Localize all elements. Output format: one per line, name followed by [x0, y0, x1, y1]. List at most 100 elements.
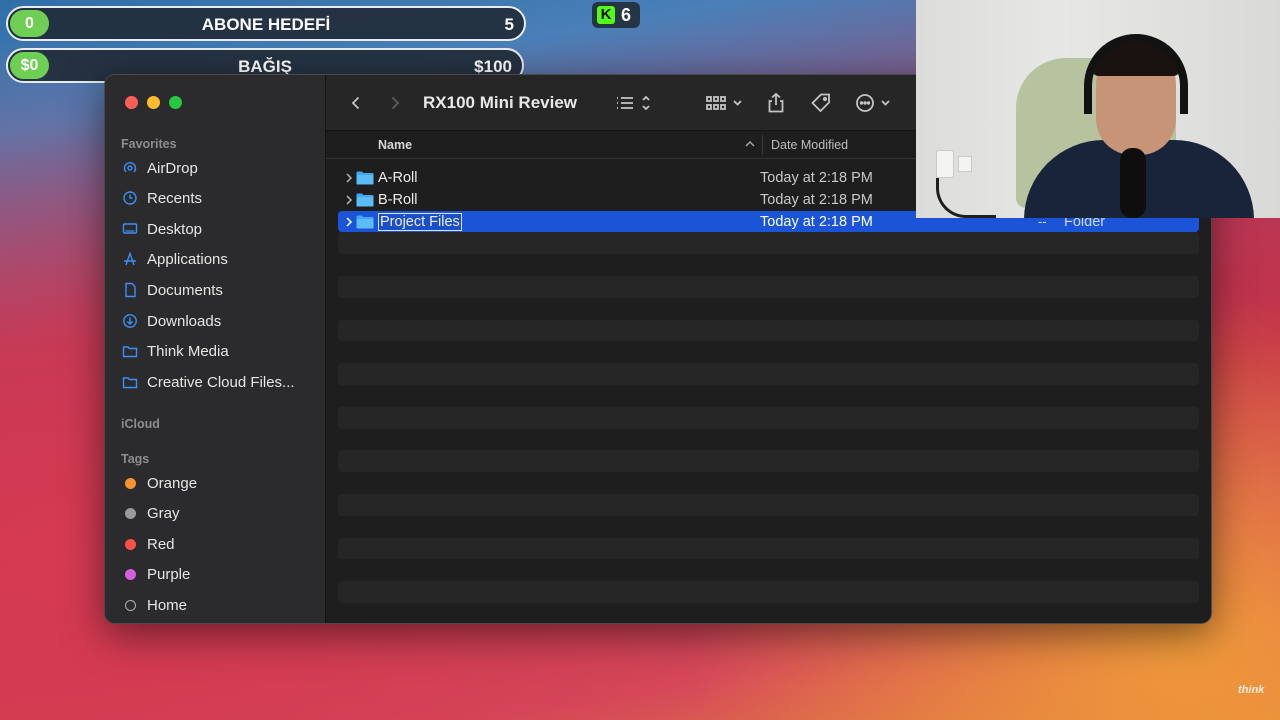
sidebar-item-label: Orange [147, 474, 198, 492]
minimize-window-button[interactable] [147, 96, 160, 109]
forward-button[interactable] [387, 91, 403, 115]
list-view-icon [617, 95, 650, 111]
sidebar-item-recents[interactable]: Recents [121, 187, 202, 209]
folder-icon [356, 171, 374, 185]
date-modified-column-header[interactable]: Date Modified [771, 138, 848, 152]
chevron-right-icon [391, 96, 400, 110]
empty-row [338, 537, 1199, 560]
share-button[interactable] [766, 91, 786, 115]
fullscreen-window-button[interactable] [169, 96, 182, 109]
empty-row [338, 450, 1199, 473]
sidebar-item-desktop[interactable]: Desktop [121, 218, 202, 240]
empty-row [338, 516, 1199, 538]
name-column-header[interactable]: Name [378, 138, 412, 152]
subscriber-goal-target: 5 [504, 15, 514, 34]
wall-outlet [936, 150, 954, 178]
sidebar-item-documents[interactable]: Documents [121, 279, 223, 301]
tags-button[interactable] [810, 91, 832, 115]
sidebar-item-label: Purple [147, 565, 191, 583]
sidebar-item-label: Think Media [147, 342, 229, 360]
file-name: B-Roll [378, 191, 418, 208]
group-button[interactable] [704, 91, 746, 115]
think-media-watermark: think [1238, 684, 1265, 696]
sidebar-item-creative-cloud[interactable]: Creative Cloud Files... [121, 371, 295, 393]
sidebar-tag-home[interactable]: Home [121, 594, 187, 616]
headphones [1084, 34, 1188, 114]
ellipsis-circle-icon [856, 94, 890, 112]
airdrop-icon [121, 159, 139, 177]
window-title: RX100 Mini Review [423, 93, 578, 112]
tag-icon [811, 93, 830, 113]
empty-row [338, 493, 1199, 516]
sidebar-item-label: AirDrop [147, 159, 198, 177]
icloud-heading: iCloud [121, 417, 160, 431]
download-icon [121, 312, 139, 330]
empty-row [338, 319, 1199, 342]
sidebar-item-downloads[interactable]: Downloads [121, 310, 221, 332]
kick-viewer-count: 6 [621, 4, 632, 25]
empty-row [338, 472, 1199, 494]
sidebar-item-label: Recents [147, 189, 203, 207]
subscriber-goal-bar: 0 ABONE HEDEFİ 5 [6, 6, 526, 41]
disclosure-chevron-icon[interactable] [344, 216, 354, 228]
sort-ascending-icon [745, 141, 755, 147]
cable [936, 178, 996, 218]
sidebar-tag-gray[interactable]: Gray [121, 502, 180, 524]
sidebar-item-label: Creative Cloud Files... [147, 373, 295, 391]
folder-icon [356, 215, 374, 229]
sidebar-item-label: Gray [147, 504, 180, 522]
folder-icon [121, 342, 139, 360]
sidebar-tag-red[interactable]: Red [121, 533, 175, 555]
disclosure-chevron-icon[interactable] [344, 172, 354, 184]
sidebar-item-applications[interactable]: Applications [121, 248, 228, 270]
sidebar-tag-orange[interactable]: Orange [121, 472, 197, 494]
empty-row [338, 254, 1199, 276]
orange-tag-icon [125, 477, 136, 489]
home-tag-icon [125, 599, 136, 611]
file-date-modified: Today at 2:18 PM [760, 170, 873, 186]
sidebar-item-label: Red [147, 535, 175, 553]
wall-switch [958, 156, 972, 172]
desktop-icon [121, 220, 139, 238]
purple-tag-icon [125, 568, 136, 580]
sidebar-item-label: Downloads [147, 312, 222, 330]
empty-row [338, 385, 1199, 407]
grid-group-icon [706, 96, 742, 110]
webcam-overlay [916, 0, 1280, 218]
empty-row [338, 363, 1199, 385]
file-name-rename-field[interactable]: Project Files [378, 212, 462, 231]
sidebar-item-airdrop[interactable]: AirDrop [121, 157, 198, 179]
sidebar: Favorites AirDrop Recents Desktop Applic… [105, 75, 326, 623]
sidebar-item-label: Desktop [147, 220, 203, 238]
file-date-modified: Today at 2:18 PM [760, 213, 873, 230]
sidebar-tag-purple[interactable]: Purple [121, 563, 190, 585]
subscriber-goal-label: ABONE HEDEFİ [201, 15, 331, 34]
document-icon [121, 281, 139, 299]
gray-tag-icon [125, 507, 136, 519]
more-actions-button[interactable] [855, 91, 897, 115]
file-date-modified: Today at 2:18 PM [760, 191, 873, 208]
view-options-button[interactable] [613, 91, 653, 115]
sidebar-item-think-media[interactable]: Think Media [121, 340, 229, 362]
chevron-left-icon [351, 96, 360, 110]
back-button[interactable] [348, 91, 364, 115]
empty-row [338, 581, 1199, 603]
empty-row [338, 232, 1199, 255]
sidebar-item-label: Home [147, 596, 188, 614]
microphone [1120, 148, 1146, 218]
file-list: A-Roll Today at 2:18 PM B-Roll Today at … [338, 167, 1199, 623]
empty-row [338, 341, 1199, 363]
sidebar-item-label: Applications [147, 250, 228, 268]
empty-row [338, 559, 1199, 581]
applications-icon [121, 250, 139, 268]
folder-icon [121, 373, 139, 391]
kick-logo-icon: K [597, 6, 615, 24]
clock-icon [121, 189, 139, 207]
tags-heading: Tags [121, 452, 150, 466]
share-icon [768, 92, 784, 113]
column-divider [762, 135, 763, 155]
empty-row [338, 429, 1199, 451]
close-window-button[interactable] [125, 96, 138, 109]
empty-row [338, 603, 1199, 623]
disclosure-chevron-icon[interactable] [344, 194, 354, 206]
